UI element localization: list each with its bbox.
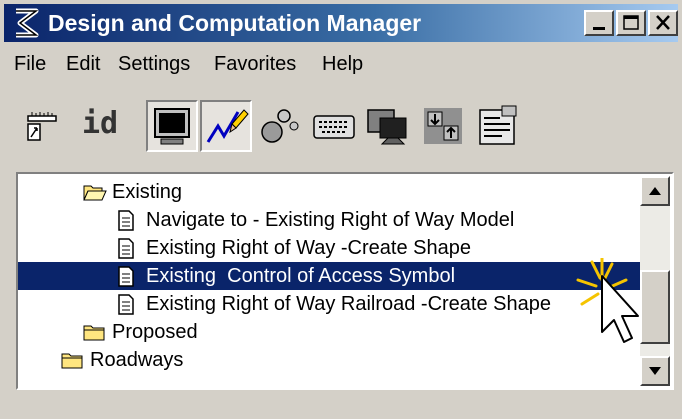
tree-item[interactable]: Navigate to - Existing Right of Way Mode…: [116, 206, 596, 234]
monitor-icon: [154, 108, 190, 145]
keyboard-button[interactable]: [308, 100, 360, 152]
tree-item-label: Existing Control of Access Symbol: [146, 265, 456, 287]
pencil-icon: [206, 109, 249, 143]
arrow-up-icon: [649, 187, 661, 195]
document-icon: [118, 294, 134, 315]
app-logo-icon: [16, 8, 39, 38]
scroll-up-button[interactable]: [640, 176, 670, 206]
maximize-icon: [623, 15, 639, 30]
tree-item-label: Existing Right of Way Railroad -Create S…: [146, 293, 551, 315]
tree-item[interactable]: Existing Right of Way Railroad -Create S…: [116, 290, 596, 318]
folder-icon: [61, 353, 83, 369]
tree-folder-existing[interactable]: Existing: [82, 178, 382, 206]
close-icon: [656, 15, 670, 30]
id-button[interactable]: id: [78, 100, 130, 152]
transfer-button[interactable]: [418, 100, 470, 152]
menu-edit[interactable]: Edit: [66, 53, 100, 76]
folder-icon: [83, 325, 105, 341]
properties-button[interactable]: [472, 100, 524, 152]
menu-settings[interactable]: Settings: [118, 53, 190, 76]
transfer-icon: [424, 108, 462, 144]
menu-file[interactable]: File: [14, 53, 46, 76]
document-icon: [118, 238, 134, 259]
close-button[interactable]: [648, 10, 678, 36]
menu-help[interactable]: Help: [322, 53, 363, 76]
pencil-button[interactable]: [200, 100, 252, 152]
menu-favorites[interactable]: Favorites: [214, 53, 296, 76]
id-label: id: [82, 106, 119, 141]
toolbar: id: [4, 86, 678, 166]
minimize-icon: [593, 27, 605, 30]
maximize-button[interactable]: [616, 10, 646, 36]
dcm-window: Design and Computation Manager File Edit…: [0, 0, 682, 419]
minimize-button[interactable]: [584, 10, 614, 36]
menu-bar: File Edit Settings Favorites Help: [4, 44, 678, 82]
properties-icon: [479, 105, 517, 145]
nodes-icon: [261, 109, 299, 143]
document-icon: [118, 266, 134, 287]
folder-open-icon: [83, 185, 107, 201]
tree-item-label: Existing Right of Way -Create Shape: [146, 237, 471, 259]
nodes-button[interactable]: [254, 100, 306, 152]
document-icon: [118, 210, 134, 231]
display-icon: [367, 109, 407, 145]
keyboard-icon: [313, 115, 355, 139]
display-button[interactable]: [362, 100, 414, 152]
tree-item-label: Navigate to - Existing Right of Way Mode…: [146, 209, 515, 231]
ruler-icon: [27, 112, 57, 141]
tree-folder-proposed[interactable]: Proposed: [82, 318, 382, 346]
click-cursor-icon: [576, 258, 639, 343]
tree-item-label: Roadways: [90, 349, 184, 371]
monitor-button[interactable]: [146, 100, 198, 152]
title-bar[interactable]: Design and Computation Manager: [4, 4, 678, 42]
window-title: Design and Computation Manager: [48, 10, 422, 36]
tree-item-label: Proposed: [112, 321, 198, 343]
arrow-down-icon: [649, 367, 661, 375]
tree-item[interactable]: Existing Right of Way -Create Shape: [116, 234, 596, 262]
tree-folder-roadways[interactable]: Roadways: [60, 346, 360, 374]
ruler-button[interactable]: [24, 100, 76, 152]
tree-item-selected[interactable]: Existing Control of Access Symbol: [18, 262, 642, 290]
tree-item-label: Existing: [112, 181, 183, 203]
scroll-down-button[interactable]: [640, 356, 670, 386]
